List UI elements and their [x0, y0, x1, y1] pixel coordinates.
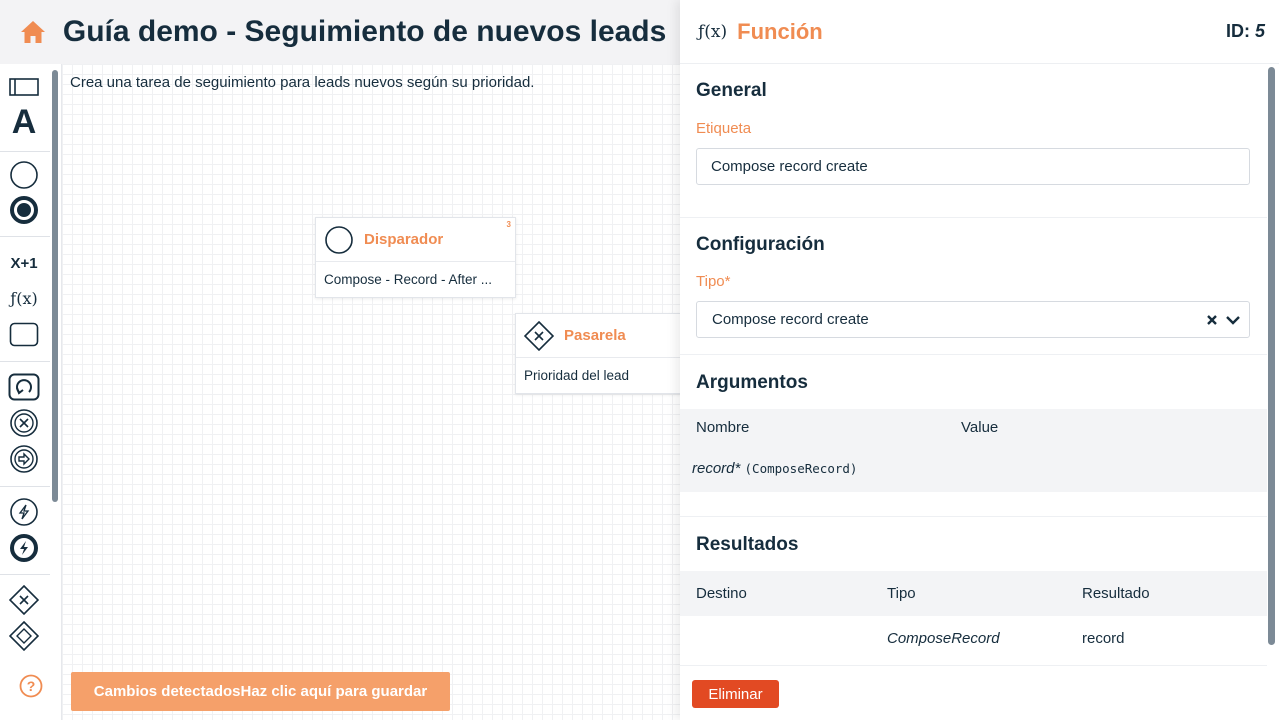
results-section-title: Resultados: [696, 534, 799, 555]
toolbox-divider: [0, 574, 50, 575]
column-header: Destino: [696, 585, 747, 602]
node-badge: 3: [506, 220, 511, 229]
loop-icon[interactable]: [6, 371, 42, 403]
toolbox-divider: [0, 236, 50, 237]
workflow-description: Crea una tarea de seguimiento para leads…: [70, 74, 535, 91]
trigger-event-icon[interactable]: [6, 496, 42, 528]
node-label: Compose - Record - After ...: [324, 272, 493, 287]
toolbox-scrollbar[interactable]: [52, 70, 58, 502]
arguments-table: Nombre Value record* (ComposeRecord): [680, 409, 1267, 492]
result-type: ComposeRecord: [887, 630, 1000, 647]
save-changes-button[interactable]: Cambios detectadosHaz clic aquí para gua…: [71, 672, 450, 711]
step-id: ID: 5: [1225, 21, 1265, 41]
section-divider: [680, 217, 1267, 218]
arguments-section-title: Argumentos: [696, 372, 808, 393]
function-icon[interactable]: ƒ(x): [6, 282, 42, 314]
argument-type: (ComposeRecord): [744, 461, 858, 476]
question-circle-icon[interactable]: ?: [19, 674, 43, 698]
results-table-header: Destino Tipo Resultado: [680, 571, 1267, 616]
toolbox-divider: [0, 361, 50, 362]
type-select-value: Compose record create: [712, 311, 869, 328]
continue-event-icon[interactable]: [6, 443, 42, 475]
expression-icon[interactable]: X+1: [6, 247, 42, 279]
end-event-icon[interactable]: [6, 194, 42, 226]
function-icon: ƒ(x): [698, 21, 728, 42]
column-header: Value: [961, 419, 999, 436]
toolbox-divider: [0, 486, 50, 487]
label-input[interactable]: Compose record create: [696, 148, 1250, 185]
gateway-node[interactable]: Pasarela Prioridad del lead: [515, 313, 680, 394]
panel-title: Función: [737, 18, 823, 44]
workflow-canvas[interactable]: Crea una tarea de seguimiento para leads…: [62, 64, 680, 720]
page-title: Guía demo - Seguimiento de nuevos leads: [62, 15, 667, 48]
config-section-title: Configuración: [696, 234, 825, 255]
node-header: Pasarela: [516, 314, 680, 358]
error-event-icon[interactable]: [6, 407, 42, 439]
parallel-gateway-icon[interactable]: [6, 620, 42, 652]
label-field-label: Etiqueta: [696, 120, 752, 137]
toolbox: A X+1 ƒ(x) ?: [0, 64, 62, 720]
trigger-end-icon[interactable]: [6, 532, 42, 564]
start-event-icon: [325, 225, 353, 254]
type-field-label: Tipo*: [696, 273, 731, 290]
start-event-icon[interactable]: [6, 159, 42, 191]
text-icon[interactable]: A: [6, 105, 42, 139]
home-icon[interactable]: [18, 17, 48, 47]
exclusive-gateway-icon[interactable]: [6, 584, 42, 616]
table-row: record* (ComposeRecord): [692, 460, 857, 477]
toolbox-divider: [0, 151, 50, 152]
node-header: Disparador 3: [316, 218, 515, 262]
argument-name: record*: [692, 460, 741, 477]
section-divider: [680, 665, 1267, 666]
swimlane-icon[interactable]: [6, 71, 42, 103]
delete-button[interactable]: Eliminar: [692, 680, 779, 708]
top-bar: Guía demo - Seguimiento de nuevos leads: [0, 0, 680, 64]
result-name: record: [1082, 630, 1125, 647]
type-select[interactable]: Compose record create: [696, 301, 1250, 338]
chevron-down-icon[interactable]: [1225, 311, 1241, 329]
trigger-node[interactable]: Disparador 3 Compose - Record - After ..…: [315, 217, 516, 298]
node-title: Disparador: [364, 231, 444, 248]
function-config-panel: ƒ(x) Función ID: 5 General Etiqueta Comp…: [680, 0, 1279, 720]
section-divider: [680, 354, 1267, 355]
panel-header: ƒ(x) Función ID: 5: [680, 0, 1279, 64]
column-header: Resultado: [1082, 585, 1150, 602]
column-header: Nombre: [696, 419, 750, 436]
column-header: Tipo: [887, 585, 916, 602]
general-section-title: General: [696, 80, 767, 101]
task-icon[interactable]: [6, 319, 42, 351]
node-title: Pasarela: [564, 327, 626, 344]
exclusive-gateway-icon: [524, 320, 554, 351]
panel-scrollbar[interactable]: [1268, 67, 1275, 645]
svg-text:?: ?: [27, 678, 36, 694]
clear-icon[interactable]: [1205, 311, 1219, 329]
node-label: Prioridad del lead: [524, 368, 630, 383]
section-divider: [680, 516, 1267, 517]
